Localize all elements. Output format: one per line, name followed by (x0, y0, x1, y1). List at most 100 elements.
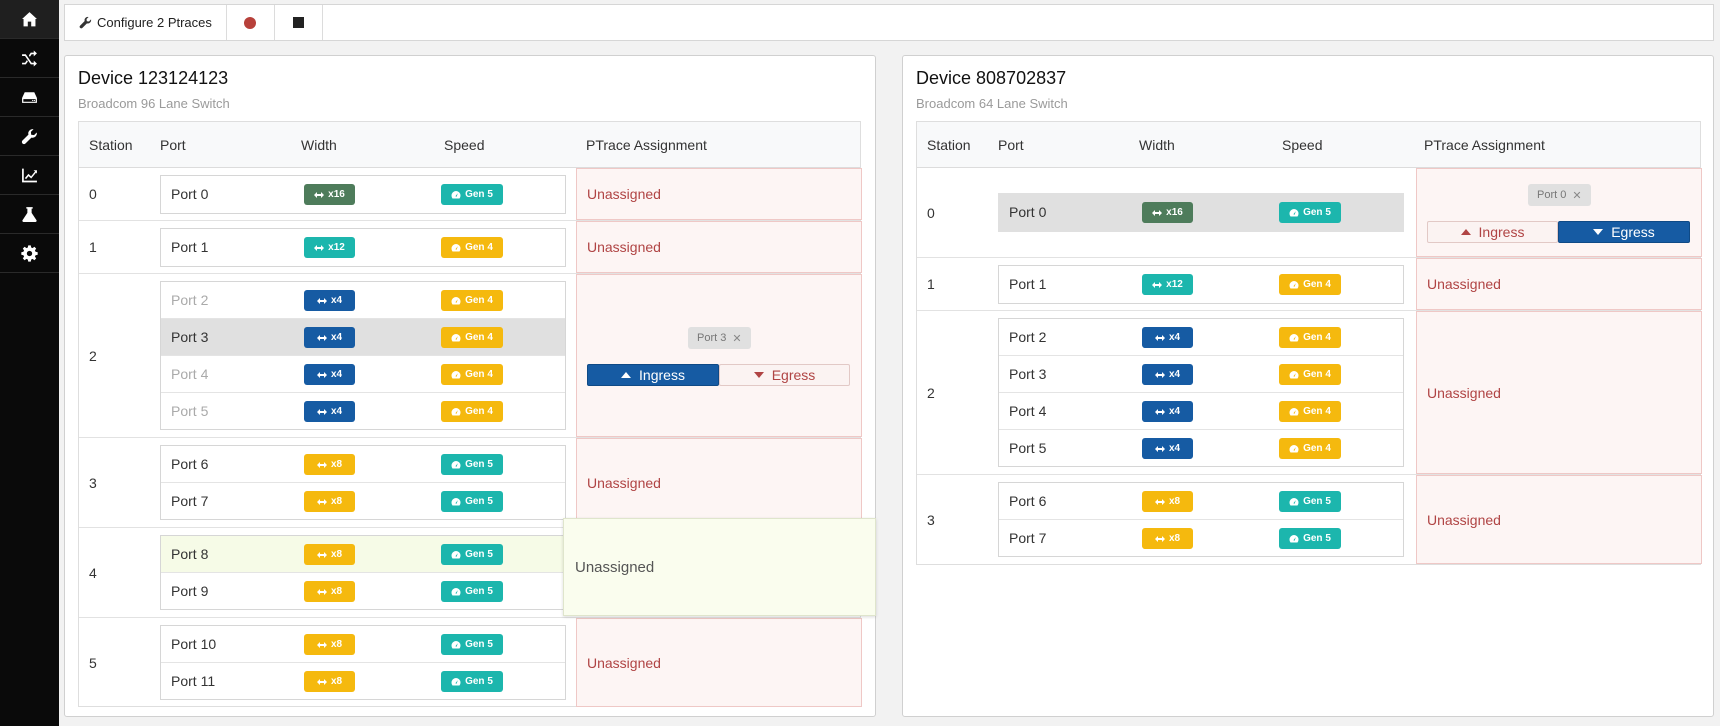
width-badge: x8 (304, 581, 355, 602)
ptrace-assignment-cell[interactable]: Port 3 ✕ Ingress Egress (576, 274, 862, 437)
port-row[interactable]: Port 0 x16 Gen 5 (161, 176, 565, 213)
ptrace-assignment-cell[interactable]: Unassigned (1416, 311, 1702, 474)
port-row[interactable]: Port 5 x4 Gen 4 (161, 393, 565, 430)
port-group: Port 2 x4 Gen 4 Port 3 x4 Gen 4 Port 4 x… (160, 281, 566, 430)
speed-value: Gen 4 (1303, 332, 1331, 343)
unassigned-text: Unassigned (1427, 276, 1501, 292)
tachometer-icon (1289, 444, 1299, 452)
port-row[interactable]: Port 2 x4 Gen 4 (999, 319, 1403, 356)
width-value: x8 (330, 459, 343, 470)
egress-button[interactable]: Egress (1558, 221, 1690, 243)
ingress-button[interactable]: Ingress (587, 364, 719, 386)
width-badge: x8 (304, 454, 355, 475)
ports-table: Station Port Width Speed PTrace Assignme… (78, 121, 862, 707)
port-row[interactable]: Port 7 x8 Gen 5 (999, 520, 1403, 557)
station-row: 5 Port 10 x8 Gen 5 Port 11 x8 Gen 5 Unas… (79, 618, 862, 707)
stop-button[interactable] (275, 5, 323, 40)
arrows-h-icon (316, 461, 327, 468)
arrows-h-icon (1154, 445, 1165, 452)
port-group: Port 10 x8 Gen 5 Port 11 x8 Gen 5 (160, 625, 566, 700)
stop-icon (292, 17, 304, 28)
port-row[interactable]: Port 4 x4 Gen 4 (999, 393, 1403, 430)
speed-value: Gen 4 (1303, 279, 1331, 290)
station-row: 3 Port 6 x8 Gen 5 Port 7 x8 Gen 5 Unassi… (917, 475, 1702, 564)
ptrace-assignment-cell[interactable]: Unassigned (576, 618, 862, 707)
sidebar-item-lab[interactable] (0, 195, 59, 234)
port-row[interactable]: Port 10 x8 Gen 5 (161, 626, 565, 663)
sidebar-item-configure[interactable] (0, 117, 59, 156)
width-badge: x4 (1142, 401, 1193, 422)
ptrace-assignment-cell[interactable]: Unassigned (576, 221, 862, 273)
caret-up-icon (1460, 229, 1471, 235)
sidebar-item-settings[interactable] (0, 234, 59, 273)
width-badge: x16 (304, 184, 355, 205)
arrows-h-icon (316, 297, 327, 304)
width-badge: x8 (304, 491, 355, 512)
table-header: Station Port Width Speed PTrace Assignme… (79, 122, 860, 168)
width-value: x4 (330, 295, 343, 306)
speed-badge: Gen 5 (441, 454, 503, 475)
width-value: x8 (330, 496, 343, 507)
speed-value: Gen 5 (465, 496, 493, 507)
width-badge: x4 (1142, 364, 1193, 385)
port-row[interactable]: Port 6 x8 Gen 5 (161, 446, 565, 483)
port-group: Port 1 x12 Gen 4 (998, 265, 1404, 304)
ptrace-assignment-cell[interactable]: Unassigned (576, 438, 862, 527)
station-number: 4 (89, 565, 97, 581)
port-name: Port 1 (171, 239, 209, 255)
port-name: Port 9 (171, 583, 209, 599)
speed-badge: Gen 4 (441, 401, 503, 422)
port-row-selected[interactable]: Port 0 x16 Gen 5 (999, 194, 1403, 231)
width-value: x16 (328, 189, 345, 200)
port-row[interactable]: Port 5 x4 Gen 4 (999, 430, 1403, 467)
arrows-h-icon (316, 498, 327, 505)
sidebar-item-storage[interactable] (0, 78, 59, 117)
width-value: x8 (1168, 533, 1181, 544)
port-row[interactable]: Port 6 x8 Gen 5 (999, 483, 1403, 520)
port-name: Port 5 (1009, 440, 1047, 456)
ptrace-assignment-cell[interactable]: Unassigned (1416, 475, 1702, 564)
arrows-h-icon (314, 244, 325, 251)
remove-chip-icon[interactable]: ✕ (1572, 189, 1581, 202)
sidebar-item-home[interactable] (0, 0, 59, 39)
unassigned-text: Unassigned (587, 475, 661, 491)
tachometer-icon (1289, 534, 1299, 542)
port-group: Port 1 x12 Gen 4 (160, 228, 566, 267)
port-row[interactable]: Port 9 x8 Gen 5 (161, 573, 565, 610)
port-name: Port 2 (171, 292, 209, 308)
ingress-button[interactable]: Ingress (1427, 221, 1558, 243)
tachometer-icon (451, 640, 461, 648)
port-name: Port 7 (171, 493, 209, 509)
port-row[interactable]: Port 7 x8 Gen 5 (161, 483, 565, 520)
tachometer-icon (451, 497, 461, 505)
port-row[interactable]: Port 4 x4 Gen 4 (161, 356, 565, 393)
port-row-selected[interactable]: Port 3 x4 Gen 4 (161, 319, 565, 356)
record-button[interactable] (227, 5, 275, 40)
sidebar-item-analytics[interactable] (0, 156, 59, 195)
port-name: Port 3 (1009, 366, 1047, 382)
egress-button[interactable]: Egress (719, 364, 850, 386)
ptrace-assignment-cell[interactable]: Port 0 ✕ Ingress Egress (1416, 168, 1702, 257)
port-row-hovered[interactable]: Port 8 x8 Gen 5 (161, 536, 565, 573)
port-row[interactable]: Port 3 x4 Gen 4 (999, 356, 1403, 393)
caret-down-icon (1593, 229, 1604, 235)
ptrace-assignment-cell[interactable]: Unassigned (576, 168, 862, 220)
configure-ptraces-button[interactable]: Configure 2 Ptraces (65, 5, 227, 40)
port-row[interactable]: Port 1 x12 Gen 4 (161, 229, 565, 266)
ptrace-assignment-cell[interactable]: Unassigned (1416, 258, 1702, 310)
width-badge: x8 (304, 671, 355, 692)
port-row[interactable]: Port 1 x12 Gen 4 (999, 266, 1403, 303)
gear-icon (21, 244, 38, 262)
sidebar-item-shuffle[interactable] (0, 39, 59, 78)
speed-badge: Gen 4 (441, 290, 503, 311)
speed-value: Gen 4 (465, 295, 493, 306)
width-badge: x8 (1142, 528, 1193, 549)
wrench-icon (79, 16, 92, 29)
table-header: Station Port Width Speed PTrace Assignme… (917, 122, 1700, 168)
drop-target-tooltip[interactable]: Unassigned (563, 518, 876, 616)
remove-chip-icon[interactable]: ✕ (732, 332, 741, 345)
width-badge: x4 (304, 327, 355, 348)
port-row[interactable]: Port 11 x8 Gen 5 (161, 663, 565, 700)
port-name: Port 6 (171, 456, 209, 472)
port-row[interactable]: Port 2 x4 Gen 4 (161, 282, 565, 319)
